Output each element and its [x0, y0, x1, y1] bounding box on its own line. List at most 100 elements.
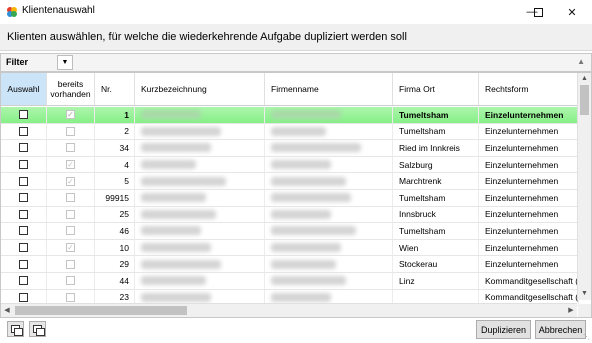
- vorhanden-cell: [47, 140, 95, 157]
- vorhanden-cell: [47, 272, 95, 290]
- redacted-text: [271, 176, 346, 186]
- firma-ort-cell: Wien: [393, 239, 479, 257]
- cancel-button[interactable]: Abbrechen: [535, 320, 586, 339]
- firma-ort-cell: Marchtrenk: [393, 173, 479, 190]
- auswahl-cell: [1, 107, 47, 124]
- auswahl-checkbox[interactable]: [19, 126, 28, 136]
- table-row[interactable]: ✓ 1 Tumeltsham Einzelunternehmen: [1, 107, 579, 124]
- horizontal-scrollbar[interactable]: ◀ ▶: [1, 303, 577, 317]
- table-row[interactable]: 2 Tumeltsham Einzelunternehmen: [1, 123, 579, 141]
- firmenname-cell-redacted: [265, 206, 393, 224]
- firma-ort-cell: Tumeltsham: [393, 107, 479, 124]
- rechtsform-cell: Einzelunternehmen: [479, 256, 579, 273]
- scroll-up-icon[interactable]: ▲: [578, 73, 591, 85]
- vorhanden-cell: [47, 256, 95, 273]
- app-icon: [7, 7, 17, 17]
- select-all-icon[interactable]: [7, 321, 24, 337]
- vorhanden-checkbox: [66, 259, 75, 269]
- vorhanden-checkbox: [66, 276, 75, 286]
- client-table: Auswahl bereits vorhanden Nr. Kurzbezeic…: [0, 72, 592, 318]
- firmenname-cell-redacted: [265, 140, 393, 157]
- nr-cell: 2: [95, 123, 135, 141]
- resize-grip-icon[interactable]: ⋱: [583, 333, 590, 341]
- auswahl-checkbox[interactable]: [19, 259, 28, 269]
- kurzbezeichnung-cell-redacted: [135, 156, 265, 174]
- auswahl-checkbox[interactable]: [19, 292, 28, 302]
- table-row[interactable]: 44 Linz Kommanditgesellschaft (...: [1, 272, 579, 290]
- redacted-text: [271, 276, 346, 286]
- table-header: Auswahl bereits vorhanden Nr. Kurzbezeic…: [1, 73, 579, 107]
- auswahl-cell: [1, 156, 47, 174]
- kurzbezeichnung-cell-redacted: [135, 206, 265, 224]
- filter-dropdown-icon[interactable]: ▼: [57, 55, 73, 70]
- nr-cell: 46: [95, 223, 135, 240]
- redacted-text: [271, 160, 331, 170]
- table-row[interactable]: 25 Innsbruck Einzelunternehmen: [1, 206, 579, 224]
- redacted-text: [271, 243, 341, 253]
- deselect-all-icon[interactable]: [29, 321, 46, 337]
- redacted-text: [141, 259, 221, 269]
- auswahl-checkbox[interactable]: [19, 160, 28, 170]
- redacted-text: [271, 259, 336, 269]
- table-row[interactable]: 34 Ried im Innkreis Einzelunternehmen: [1, 140, 579, 157]
- rechtsform-cell: Einzelunternehmen: [479, 123, 579, 141]
- nr-cell: 4: [95, 156, 135, 174]
- column-header-firmenname[interactable]: Firmenname: [265, 73, 393, 106]
- column-header-kurzbezeichnung[interactable]: Kurzbezeichnung: [135, 73, 265, 106]
- firma-ort-cell: Linz: [393, 272, 479, 290]
- column-header-auswahl[interactable]: Auswahl: [1, 73, 47, 106]
- nr-cell: 34: [95, 140, 135, 157]
- rechtsform-cell: Kommanditgesellschaft (...: [479, 272, 579, 290]
- auswahl-checkbox[interactable]: [19, 193, 28, 203]
- auswahl-checkbox[interactable]: [19, 226, 28, 236]
- table-row[interactable]: 99915 Tumeltsham Einzelunternehmen: [1, 189, 579, 207]
- column-header-firma-ort[interactable]: Firma Ort: [393, 73, 479, 106]
- auswahl-checkbox[interactable]: [19, 276, 28, 286]
- vorhanden-checkbox: [66, 126, 75, 136]
- duplicate-button[interactable]: Duplizieren: [476, 320, 531, 339]
- firma-ort-cell: Ried im Innkreis: [393, 140, 479, 157]
- firmenname-cell-redacted: [265, 256, 393, 273]
- auswahl-checkbox[interactable]: [19, 143, 28, 153]
- redacted-text: [271, 193, 351, 203]
- table-row[interactable]: ✓ 10 Wien Einzelunternehmen: [1, 239, 579, 257]
- column-header-rechtsform[interactable]: Rechtsform: [479, 73, 579, 106]
- kurzbezeichnung-cell-redacted: [135, 239, 265, 257]
- vorhanden-checkbox: ✓: [66, 110, 75, 120]
- column-header-nr[interactable]: Nr.: [95, 73, 135, 106]
- table-row[interactable]: ✓ 5 Marchtrenk Einzelunternehmen: [1, 173, 579, 190]
- vertical-scrollbar[interactable]: ▲ ▼: [577, 73, 591, 300]
- instruction-text: Klienten auswählen, für welche die wiede…: [7, 31, 407, 43]
- redacted-text: [141, 209, 216, 219]
- vorhanden-checkbox: ✓: [66, 243, 75, 253]
- auswahl-cell: [1, 173, 47, 190]
- redacted-text: [141, 276, 206, 286]
- table-body: ✓ 1 Tumeltsham Einzelunternehmen 2 Tumeltsham…: [1, 107, 579, 307]
- vorhanden-cell: [47, 206, 95, 224]
- auswahl-checkbox[interactable]: [19, 243, 28, 253]
- vertical-scroll-thumb[interactable]: [580, 85, 589, 115]
- horizontal-scroll-thumb[interactable]: [15, 306, 187, 315]
- vorhanden-checkbox: [66, 193, 75, 203]
- table-row[interactable]: ✓ 4 Salzburg Einzelunternehmen: [1, 156, 579, 174]
- kurzbezeichnung-cell-redacted: [135, 223, 265, 240]
- close-icon[interactable]: ✕: [552, 0, 592, 24]
- table-row[interactable]: 46 Tumeltsham Einzelunternehmen: [1, 223, 579, 240]
- redacted-text: [271, 209, 331, 219]
- firma-ort-cell: Tumeltsham: [393, 189, 479, 207]
- table-row[interactable]: 29 Stockerau Einzelunternehmen: [1, 256, 579, 273]
- auswahl-checkbox[interactable]: [19, 110, 28, 120]
- scroll-left-icon[interactable]: ◀: [1, 304, 13, 317]
- column-header-bereits-vorhanden[interactable]: bereits vorhanden: [47, 73, 95, 106]
- auswahl-checkbox[interactable]: [19, 209, 28, 219]
- auswahl-cell: [1, 140, 47, 157]
- scroll-down-icon[interactable]: ▼: [578, 288, 591, 300]
- scroll-right-icon[interactable]: ▶: [565, 304, 577, 317]
- auswahl-checkbox[interactable]: [19, 176, 28, 186]
- redacted-text: [141, 110, 201, 120]
- filter-collapse-icon[interactable]: ▲: [577, 57, 585, 66]
- redacted-text: [141, 176, 226, 186]
- rechtsform-cell: Einzelunternehmen: [479, 223, 579, 240]
- auswahl-cell: [1, 206, 47, 224]
- redacted-text: [141, 243, 211, 253]
